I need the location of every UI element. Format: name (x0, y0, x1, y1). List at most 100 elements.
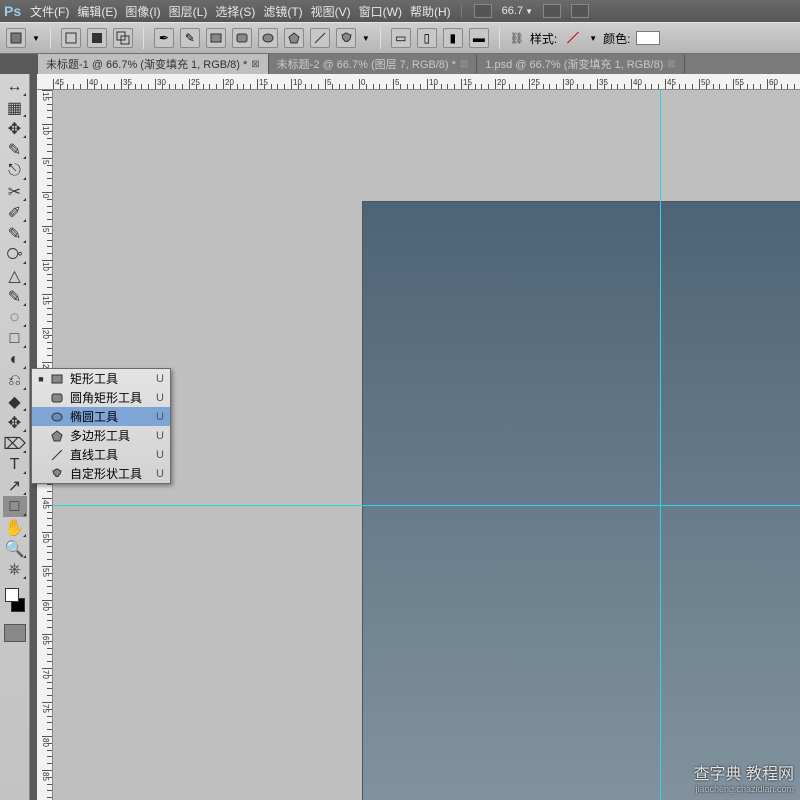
flyout-indicator-icon (23, 303, 26, 306)
rectangle-icon[interactable] (206, 28, 226, 48)
tool-17[interactable]: ⌦ (3, 433, 27, 454)
flyout-item-label: 圆角矩形工具 (70, 389, 150, 406)
color-swatch[interactable] (636, 31, 660, 45)
close-icon[interactable]: ⊠ (460, 59, 468, 70)
guide-vertical[interactable] (660, 90, 661, 800)
tool-18[interactable]: T (3, 454, 27, 475)
path-ops-icon[interactable] (113, 28, 133, 48)
polygon-icon[interactable] (284, 28, 304, 48)
flyout-item-roundrect[interactable]: 圆角矩形工具U (32, 388, 170, 407)
foreground-swatch[interactable] (5, 588, 19, 602)
tool-3[interactable]: ✎ (3, 139, 27, 160)
document-canvas[interactable] (363, 202, 800, 800)
flyout-item-rect[interactable]: ■矩形工具U (32, 369, 170, 388)
menu-3[interactable]: 图层(L) (165, 3, 212, 20)
shortcut-label: U (156, 449, 164, 461)
flyout-indicator-icon (23, 198, 26, 201)
tool-12[interactable]: □ (3, 328, 27, 349)
align-icon[interactable]: ▭ (391, 28, 411, 48)
fill-pixels-mode-icon[interactable] (87, 28, 107, 48)
align-icon[interactable]: ▮ (443, 28, 463, 48)
tool-7[interactable]: ✎ (3, 223, 27, 244)
menu-2[interactable]: 图像(I) (121, 3, 164, 20)
tool-8[interactable]: ⧂ (3, 244, 27, 265)
polygon-icon (50, 430, 64, 442)
screen-mode-icon[interactable] (474, 4, 492, 18)
tool-13[interactable]: ◐ (3, 349, 27, 370)
freeform-pen-icon[interactable]: ✎ (180, 28, 200, 48)
tool-11[interactable]: ◌ (3, 307, 27, 328)
document-tab-0[interactable]: 未标题-1 @ 66.7% (渐变填充 1, RGB/8) * ⊠ (38, 54, 269, 74)
menu-5[interactable]: 滤镜(T) (259, 3, 306, 20)
flyout-item-label: 自定形状工具 (70, 465, 150, 482)
tool-22[interactable]: 🔍 (3, 538, 27, 559)
flyout-item-line[interactable]: 直线工具U (32, 445, 170, 464)
flyout-indicator-icon (23, 93, 26, 96)
tool-20[interactable]: □ (3, 496, 27, 517)
color-swatches[interactable] (3, 586, 27, 614)
tool-1[interactable]: ▦ (3, 97, 27, 118)
rounded-rect-icon[interactable] (232, 28, 252, 48)
tool-23[interactable]: ⎈ (3, 559, 27, 580)
line-icon (50, 449, 64, 461)
chevron-down-icon[interactable]: ▼ (32, 34, 40, 43)
chevron-down-icon[interactable]: ▼ (589, 34, 597, 43)
tab-label: 未标题-1 @ 66.7% (渐变填充 1, RGB/8) * (46, 56, 247, 72)
line-shape-icon[interactable] (310, 28, 330, 48)
tool-9[interactable]: △ (3, 265, 27, 286)
link-icon[interactable]: ⛓ (510, 32, 524, 45)
menu-0[interactable]: 文件(F) (26, 3, 73, 20)
quick-mask-icon[interactable] (4, 624, 26, 642)
flyout-item-custom[interactable]: 自定形状工具U (32, 464, 170, 483)
shape-layers-icon[interactable] (6, 28, 26, 48)
tool-21[interactable]: ✋ (3, 517, 27, 538)
flyout-indicator-icon (23, 429, 26, 432)
document-tab-2[interactable]: 1.psd @ 66.7% (渐变填充 1, RGB/8)⊠ (477, 54, 684, 74)
flyout-indicator-icon (23, 555, 26, 558)
menu-6[interactable]: 视图(V) (307, 3, 355, 20)
menu-8[interactable]: 帮助(H) (406, 3, 455, 20)
flyout-item-polygon[interactable]: 多边形工具U (32, 426, 170, 445)
shortcut-label: U (156, 430, 164, 442)
custom-shape-icon[interactable] (336, 28, 356, 48)
align-icon[interactable]: ▬ (469, 28, 489, 48)
close-icon[interactable]: ⊠ (667, 59, 675, 70)
ellipse-icon[interactable] (258, 28, 278, 48)
arrange-docs-icon[interactable] (571, 4, 589, 18)
zoom-readout[interactable]: 66.7▼ (502, 5, 533, 17)
ellipse-icon (50, 411, 64, 423)
separator (143, 27, 144, 49)
tool-0[interactable]: ↔ (3, 76, 27, 97)
no-style-icon[interactable] (563, 30, 583, 46)
tool-15[interactable]: ◆ (3, 391, 27, 412)
horizontal-ruler[interactable]: 4540353025201510505101520253035404550556… (37, 74, 800, 90)
chevron-down-icon[interactable]: ▼ (362, 34, 370, 43)
document-tab-1[interactable]: 未标题-2 @ 66.7% (图层 7, RGB/8) *⊠ (269, 54, 478, 74)
tool-16[interactable]: ✥ (3, 412, 27, 433)
separator (380, 27, 381, 49)
menu-7[interactable]: 窗口(W) (355, 3, 406, 20)
menu-4[interactable]: 选择(S) (211, 3, 259, 20)
tool-4[interactable]: ⎋ (3, 160, 27, 181)
paths-mode-icon[interactable] (61, 28, 81, 48)
tool-5[interactable]: ✂ (3, 181, 27, 202)
menu-items: 文件(F)编辑(E)图像(I)图层(L)选择(S)滤镜(T)视图(V)窗口(W)… (26, 3, 455, 20)
close-icon[interactable]: ⊠ (251, 59, 259, 70)
menu-1[interactable]: 编辑(E) (73, 3, 121, 20)
flyout-indicator-icon (23, 156, 26, 159)
tool-6[interactable]: ✐ (3, 202, 27, 223)
tool-2[interactable]: ✥ (3, 118, 27, 139)
separator (499, 27, 500, 49)
guide-horizontal[interactable] (53, 505, 800, 506)
shortcut-label: U (156, 411, 164, 423)
tool-10[interactable]: ✎ (3, 286, 27, 307)
tool-19[interactable]: ↗ (3, 475, 27, 496)
flyout-indicator-icon (23, 513, 26, 516)
pen-icon[interactable]: ✒ (154, 28, 174, 48)
flyout-indicator-icon (23, 492, 26, 495)
tool-14[interactable]: ⎌ (3, 370, 27, 391)
view-extras-icon[interactable] (543, 4, 561, 18)
shape-tool-flyout: ■矩形工具U圆角矩形工具U椭圆工具U多边形工具U直线工具U自定形状工具U (31, 368, 171, 484)
flyout-item-ellipse[interactable]: 椭圆工具U (32, 407, 170, 426)
align-icon[interactable]: ▯ (417, 28, 437, 48)
